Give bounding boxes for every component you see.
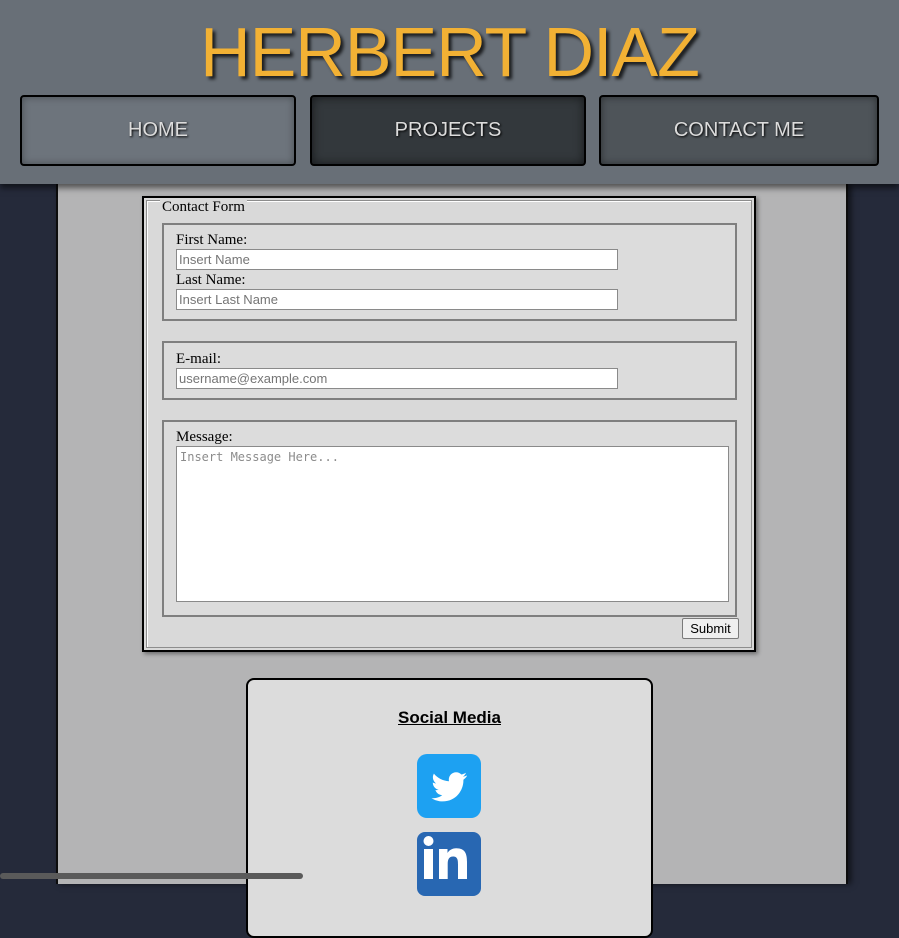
email-label: E-mail:: [176, 351, 221, 367]
contact-form-legend: Contact Form: [160, 199, 247, 216]
submit-button[interactable]: Submit: [682, 618, 739, 639]
email-input[interactable]: [176, 368, 618, 389]
twitter-icon[interactable]: [417, 754, 481, 818]
social-media-title: Social Media: [398, 708, 501, 727]
nav-home-button[interactable]: HOME: [20, 95, 296, 166]
nav-contact-button[interactable]: CONTACT ME: [599, 95, 879, 166]
nav-projects-button[interactable]: PROJECTS: [310, 95, 586, 166]
first-name-label: First Name:: [176, 232, 248, 248]
linkedin-icon[interactable]: [417, 832, 481, 896]
first-name-input[interactable]: [176, 249, 618, 270]
site-header: HERBERT DIAZ HOME PROJECTS CONTACT ME: [0, 0, 899, 184]
message-textarea[interactable]: [176, 446, 729, 602]
message-label: Message:: [176, 429, 233, 445]
last-name-input[interactable]: [176, 289, 618, 310]
last-name-label: Last Name:: [176, 272, 246, 288]
site-title: HERBERT DIAZ: [200, 13, 700, 91]
horizontal-scrollbar[interactable]: [0, 873, 303, 879]
